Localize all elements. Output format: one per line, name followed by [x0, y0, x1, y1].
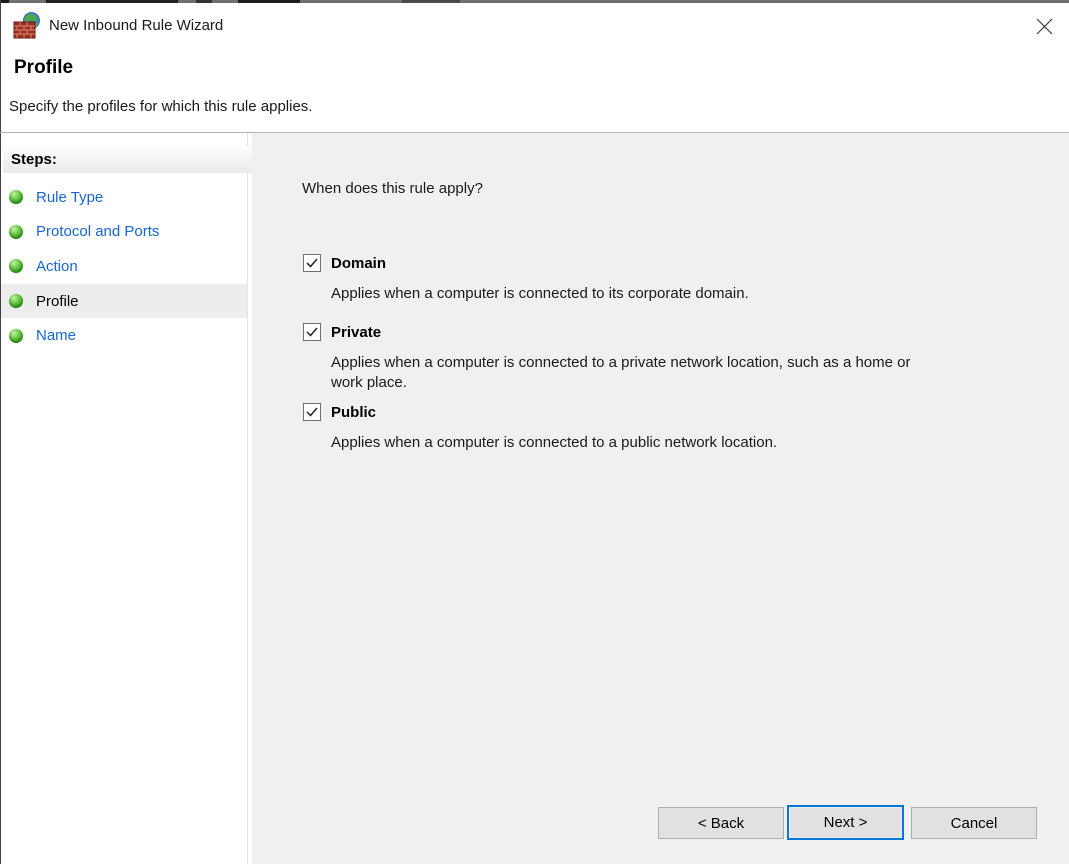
public-checkbox[interactable] — [303, 403, 321, 421]
firewall-icon — [13, 11, 40, 38]
domain-checkbox-label[interactable]: Domain — [331, 254, 386, 273]
profile-row: Domain — [303, 254, 953, 273]
checkmark-icon — [306, 258, 318, 268]
page-title: Profile — [14, 57, 74, 78]
profile-row: Private — [303, 323, 953, 342]
profile-option-public: Public Applies when a computer is connec… — [303, 403, 953, 453]
steps-list: Rule Type Protocol and Ports Action Prof… — [1, 180, 247, 353]
step-label: Name — [36, 327, 77, 345]
sidebar-item-profile[interactable]: Profile — [1, 283, 247, 319]
step-label: Profile — [36, 292, 79, 310]
private-checkbox[interactable] — [303, 323, 321, 341]
step-label: Action — [36, 257, 78, 275]
sidebar-item-protocol-and-ports[interactable]: Protocol and Ports — [1, 215, 247, 250]
private-checkbox-label[interactable]: Private — [331, 323, 381, 342]
domain-checkbox[interactable] — [303, 254, 321, 272]
public-description: Applies when a computer is connected to … — [331, 434, 778, 451]
step-label: Rule Type — [36, 188, 104, 206]
sidebar-item-name[interactable]: Name — [1, 318, 247, 353]
domain-description: Applies when a computer is connected to … — [331, 285, 749, 302]
close-icon — [1036, 18, 1052, 34]
profile-row: Public — [303, 403, 953, 422]
step-label: Protocol and Ports — [36, 223, 160, 241]
next-button[interactable]: Next > — [787, 805, 904, 840]
private-description: Applies when a computer is connected to … — [331, 354, 911, 391]
step-status-icon — [9, 328, 23, 343]
step-status-icon — [9, 294, 23, 309]
public-checkbox-label[interactable]: Public — [331, 403, 376, 422]
profile-option-private: Private Applies when a computer is conne… — [303, 323, 953, 392]
checkmark-icon — [306, 327, 318, 337]
step-status-icon — [9, 190, 23, 205]
close-button[interactable] — [1032, 14, 1056, 38]
step-status-icon — [9, 224, 23, 239]
steps-sidebar: Steps: Rule Type Protocol and Ports Acti… — [1, 133, 253, 864]
question-text: When does this rule apply? — [302, 180, 483, 197]
profile-option-domain: Domain Applies when a computer is connec… — [303, 254, 953, 304]
sidebar-item-action[interactable]: Action — [1, 249, 247, 284]
step-status-icon — [9, 259, 23, 274]
checkmark-icon — [306, 407, 318, 417]
content-panel: When does this rule apply? Domain Applie… — [252, 133, 1069, 864]
window-title: New Inbound Rule Wizard — [49, 17, 224, 34]
title-bar: New Inbound Rule Wizard — [1, 3, 1068, 49]
sidebar-item-rule-type[interactable]: Rule Type — [1, 180, 247, 215]
back-button[interactable]: < Back — [658, 807, 784, 839]
cancel-button[interactable]: Cancel — [911, 807, 1037, 839]
page-subtitle: Specify the profiles for which this rule… — [9, 98, 313, 115]
steps-heading: Steps: — [3, 146, 253, 173]
wizard-header: Profile Specify the profiles for which t… — [1, 48, 1068, 132]
